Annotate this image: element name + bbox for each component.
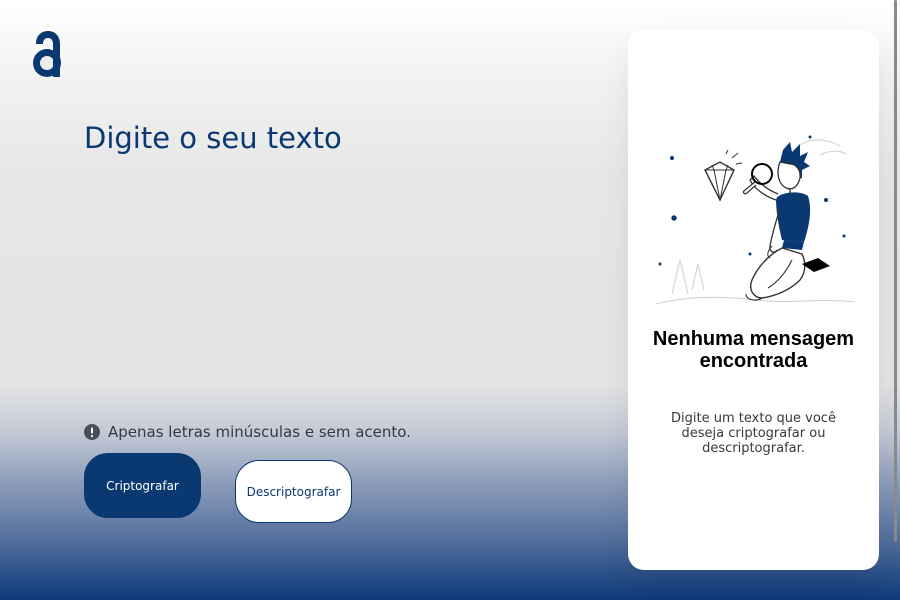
illustration-dots [658,135,846,268]
scrollbar-thumb[interactable] [894,0,897,542]
decrypt-button[interactable]: Descriptografar [235,460,352,523]
output-panel: Nenhuma mensagem encontrada Digite um te… [628,30,879,570]
page-scrollbar[interactable] [890,0,900,600]
encrypt-main-area [84,120,604,380]
message-input[interactable] [84,120,584,380]
empty-state-illustration [655,135,856,305]
diamond-drawing [704,149,743,202]
empty-state-message: Digite um texto que você deseja criptogr… [671,411,836,456]
input-hint: Apenas letras minúsculas e sem acento. [84,423,411,441]
person-drawing [742,142,830,301]
hint-text: Apenas letras minúsculas e sem acento. [108,423,411,441]
encrypt-button[interactable]: Criptografar [84,453,201,518]
brand-logo-icon [33,31,61,77]
empty-state-title: Nenhuma mensagem encontrada [652,328,855,372]
exclamation-circle-icon [84,424,100,440]
